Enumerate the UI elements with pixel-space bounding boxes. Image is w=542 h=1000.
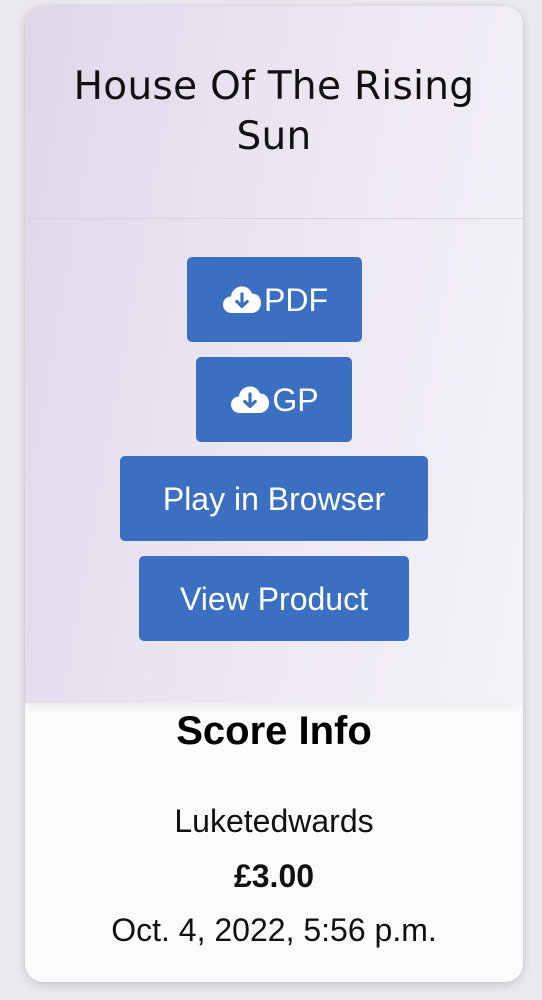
score-card: House Of The Rising Sun PDF GP Play in B… bbox=[25, 6, 523, 982]
view-product-button[interactable]: View Product bbox=[139, 556, 409, 641]
download-gp-label: GP bbox=[272, 381, 319, 418]
download-pdf-button[interactable]: PDF bbox=[187, 257, 362, 342]
cloud-download-icon bbox=[229, 383, 272, 417]
score-date: Oct. 4, 2022, 5:56 p.m. bbox=[111, 912, 437, 948]
play-in-browser-button[interactable]: Play in Browser bbox=[120, 456, 428, 541]
score-title: House Of The Rising Sun bbox=[73, 64, 475, 159]
score-author: Luketedwards bbox=[174, 803, 374, 839]
cloud-download-icon bbox=[221, 283, 264, 317]
download-pdf-label: PDF bbox=[264, 281, 328, 318]
score-price: £3.00 bbox=[233, 858, 315, 894]
score-info-heading: Score Info bbox=[176, 709, 372, 753]
score-card-header: House Of The Rising Sun bbox=[25, 6, 523, 219]
download-gp-button[interactable]: GP bbox=[196, 357, 352, 442]
score-card-top: House Of The Rising Sun PDF GP Play in B… bbox=[25, 6, 523, 703]
